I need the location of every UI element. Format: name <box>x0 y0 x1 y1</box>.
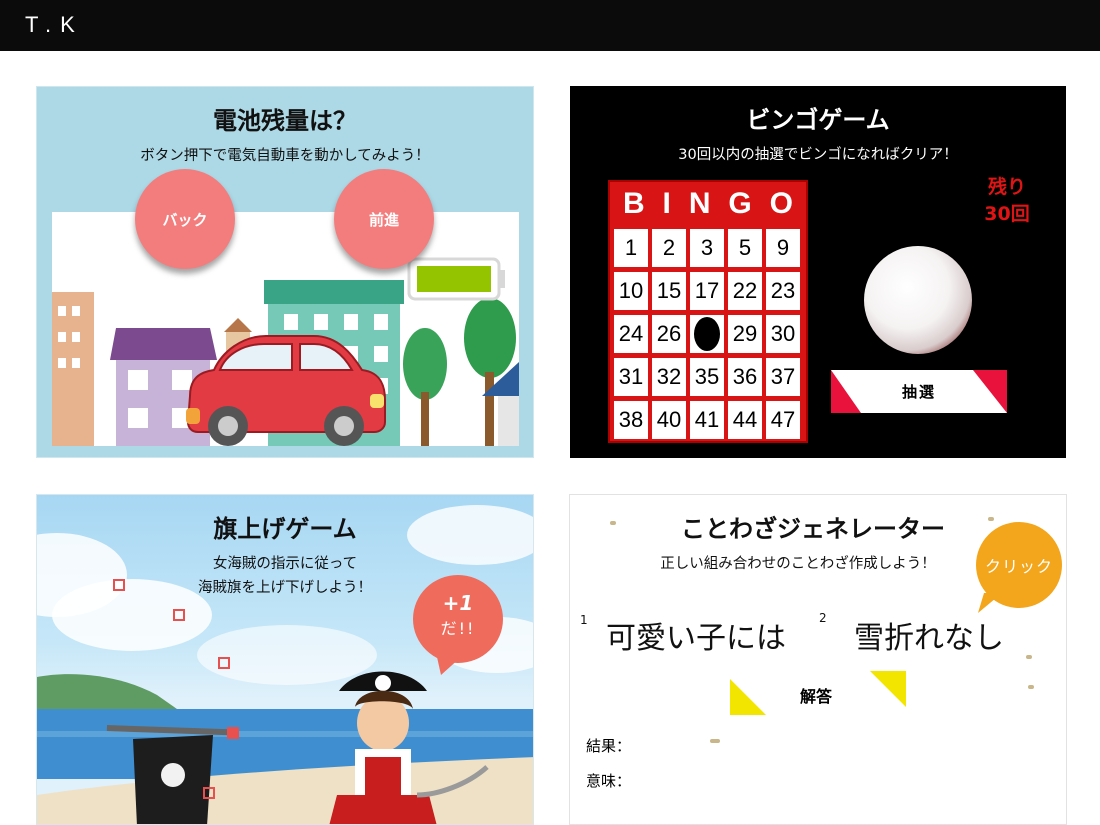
bingo-cell: 40 <box>652 401 686 439</box>
bingo-cell: 32 <box>652 358 686 396</box>
bingo-cell: 17 <box>690 272 724 310</box>
meaning-label: 意味： <box>586 772 632 790</box>
bingo-cell: 31 <box>614 358 648 396</box>
bingo-cell: 9 <box>766 229 800 267</box>
bingo-header: BINGO <box>610 182 806 226</box>
proverb-part1[interactable]: 可愛い子には <box>606 613 786 657</box>
card-subtitle: 30回以内の抽選でビンゴになればクリア！ <box>678 147 958 163</box>
flag-game-card: 旗上げゲーム 女海賊の指示に従って 海賊旗を上げ下げしよう！ +1 だ!! <box>36 494 534 825</box>
bingo-cell: 3 <box>690 229 724 267</box>
bingo-cell: 47 <box>766 401 800 439</box>
bingo-cell: 37 <box>766 358 800 396</box>
town-illustration <box>52 257 519 446</box>
battery-game-card: 電池残量は？ ボタン押下で電気自動車を動かしてみよう！ バック 前進 <box>36 86 534 458</box>
car-scene <box>52 212 519 446</box>
bingo-header-letter: O <box>769 187 794 220</box>
bingo-header-letter: G <box>728 187 752 220</box>
draw-button-accent-right <box>973 370 1007 413</box>
battery-fill <box>417 266 491 292</box>
bingo-cell: 36 <box>728 358 762 396</box>
bingo-cell: 41 <box>690 401 724 439</box>
bingo-board: BINGO 1 2 3 5 9 10 15 17 22 23 24 26 29 30 31 32 35 36 37 3… <box>608 180 808 443</box>
remaining-count: 30回 <box>984 203 1030 225</box>
answer-triangle-left <box>730 679 766 715</box>
bingo-cell: 29 <box>728 315 762 353</box>
answer-button[interactable]: 解答 <box>800 683 832 707</box>
bingo-cell: 22 <box>728 272 762 310</box>
trail-marker <box>218 657 230 669</box>
bingo-cell: 38 <box>614 401 648 439</box>
site-brand[interactable]: T.K <box>25 12 84 37</box>
bingo-cell: 35 <box>690 358 724 396</box>
card-subtitle-1: 女海賊の指示に従って <box>212 556 358 572</box>
bingo-grid: 1 2 3 5 9 10 15 17 22 23 24 26 29 30 31 32 35 36 37 38 40 41 4… <box>614 229 800 439</box>
bingo-cell: 30 <box>766 315 800 353</box>
answer-triangle-right <box>870 671 906 707</box>
card-title: 電池残量は？ <box>213 107 357 135</box>
bingo-cell: 15 <box>652 272 686 310</box>
bingo-cell: 1 <box>614 229 648 267</box>
result-label: 結果： <box>586 737 632 755</box>
paper-speck <box>710 739 720 743</box>
draw-button-label: 抽選 <box>901 383 936 401</box>
paper-speck <box>1028 685 1034 689</box>
top-bar: T.K <box>0 0 1100 51</box>
draw-button-accent-left <box>831 370 861 413</box>
score-exclaim: だ!! <box>440 619 476 638</box>
card-title: 旗上げゲーム <box>213 515 357 543</box>
feedback-bubble: +1 だ!! <box>413 575 503 663</box>
proverb-part2[interactable]: 雪折れなし <box>854 613 1004 657</box>
part2-number: 2 <box>819 611 827 625</box>
bingo-header-letter: B <box>622 187 645 220</box>
bingo-cell: 23 <box>766 272 800 310</box>
trail-marker <box>113 579 125 591</box>
remaining-label: 残り <box>987 176 1026 198</box>
remaining-draws: 残り 30回 <box>972 174 1042 228</box>
card-title: ビンゴゲーム <box>746 106 890 134</box>
bingo-header-letter: N <box>688 187 711 220</box>
trail-marker <box>227 727 239 739</box>
bingo-cell: 44 <box>728 401 762 439</box>
part1-number: 1 <box>580 613 588 627</box>
bingo-header-letter: I <box>662 187 671 220</box>
paper-speck <box>1026 655 1032 659</box>
bingo-game-card: ビンゴゲーム 30回以内の抽選でビンゴになればクリア！ BINGO 123591… <box>570 86 1066 458</box>
forward-button[interactable]: 前進 <box>334 169 434 269</box>
bubble-tail <box>437 657 461 675</box>
score-delta: +1 <box>442 591 474 615</box>
bingo-cell: 26 <box>652 315 686 353</box>
trail-marker <box>173 609 185 621</box>
bingo-cell-free <box>690 315 724 353</box>
bingo-cell: 5 <box>728 229 762 267</box>
back-button[interactable]: バック <box>135 169 235 269</box>
bingo-cell: 24 <box>614 315 648 353</box>
trail-marker <box>203 787 215 799</box>
bingo-cell: 2 <box>652 229 686 267</box>
bingo-cell: 10 <box>614 272 648 310</box>
card-subtitle: ボタン押下で電気自動車を動かしてみよう！ <box>140 148 430 164</box>
draw-button[interactable]: 抽選 <box>831 370 1007 413</box>
bingo-ball <box>864 246 972 354</box>
proverb-generator-card: ことわざジェネレーター 正しい組み合わせのことわざ作成しよう！ クリック 1 可… <box>569 494 1067 825</box>
